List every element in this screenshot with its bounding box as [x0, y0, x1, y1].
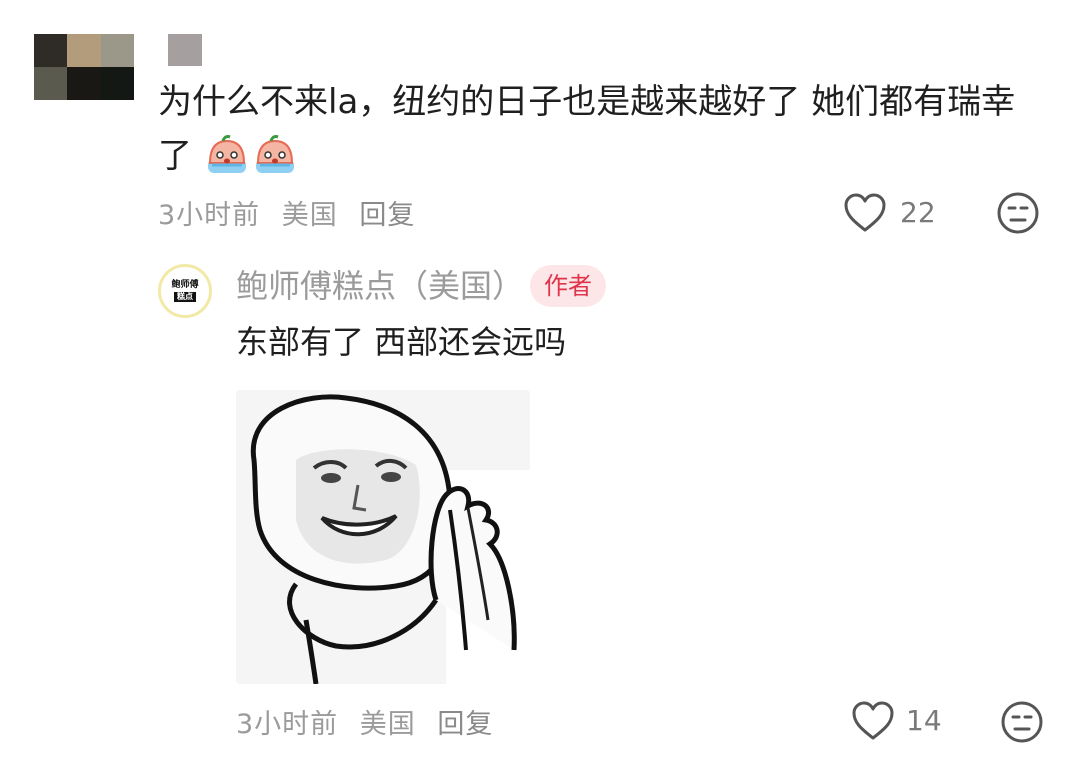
comment-meta: 3小时前 美国 回复 — [158, 193, 427, 232]
comment-text-line1: 为什么不来la，纽约的日子也是越来越好了 她们都有瑞幸 — [158, 82, 1016, 122]
comment-text-line2: 了 — [158, 130, 298, 182]
reply-text: 东部有了 西部还会远吗 — [236, 323, 567, 361]
avatar-block — [67, 34, 101, 67]
author-badge: 作者 — [530, 265, 606, 307]
like-count: 22 — [900, 196, 936, 229]
avatar-block — [34, 34, 68, 67]
comment-time: 3小时前 — [158, 200, 261, 231]
crying-emoji-icon — [208, 135, 246, 173]
avatar-block — [100, 34, 134, 67]
reply-button[interactable]: 回复 — [437, 709, 493, 740]
meme-face-icon — [236, 390, 530, 684]
commenter-name-redacted[interactable] — [168, 34, 202, 66]
avatar-block — [34, 67, 68, 100]
like-heart-icon[interactable] — [850, 700, 896, 742]
avatar-logo-top: 鲍师傅 — [171, 280, 199, 290]
crying-emoji-icon — [256, 135, 294, 173]
reply-time: 3小时前 — [236, 709, 339, 740]
comment-location: 美国 — [281, 200, 338, 231]
reply-avatar[interactable]: 鲍师傅 糕点 — [158, 264, 212, 318]
avatar-logo-bottom: 糕点 — [174, 292, 196, 302]
smiling-face-meme-sticker[interactable] — [236, 390, 530, 684]
reply-author-name[interactable]: 鲍师傅糕点（美国） — [236, 262, 524, 310]
avatar-block — [67, 67, 101, 100]
comment-text-end: 了 — [158, 136, 192, 176]
dislike-face-icon[interactable] — [996, 191, 1040, 235]
avatar-block — [100, 67, 134, 100]
dislike-face-icon[interactable] — [1000, 700, 1044, 744]
reply-button[interactable]: 回复 — [359, 200, 415, 231]
reply-location: 美国 — [359, 709, 416, 740]
reply-meta: 3小时前 美国 回复 — [236, 702, 505, 741]
commenter-avatar[interactable] — [34, 34, 134, 100]
like-count: 14 — [906, 704, 942, 737]
like-heart-icon[interactable] — [842, 192, 888, 234]
